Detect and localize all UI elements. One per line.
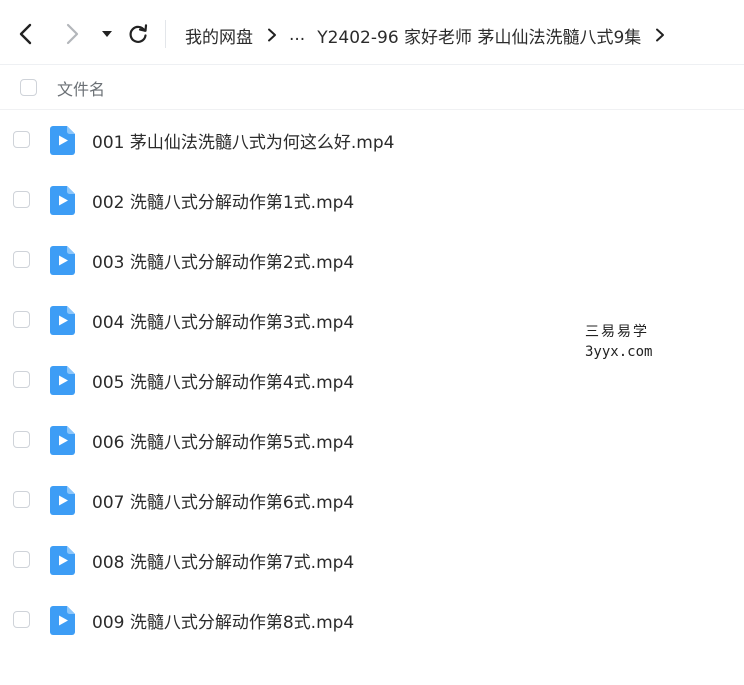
file-name[interactable]: 003 洗髓八式分解动作第2式.mp4: [92, 248, 354, 273]
video-file-icon: [50, 486, 75, 515]
file-name[interactable]: 008 洗髓八式分解动作第7式.mp4: [92, 548, 354, 573]
video-file-icon: [50, 126, 75, 155]
file-checkbox[interactable]: [13, 491, 30, 508]
top-toolbar: 我的网盘 ... Y2402-96 家好老师 茅山仙法洗髓八式9集: [0, 0, 744, 65]
refresh-icon: [129, 24, 148, 43]
list-header: 文件名: [0, 65, 744, 110]
file-row[interactable]: 006 洗髓八式分解动作第5式.mp4: [0, 410, 744, 470]
watermark-line1: 三易易学: [585, 324, 649, 340]
file-name[interactable]: 004 洗髓八式分解动作第3式.mp4: [92, 308, 354, 333]
breadcrumb-separator-icon: [267, 28, 277, 42]
file-checkbox[interactable]: [13, 431, 30, 448]
breadcrumb: 我的网盘 ... Y2402-96 家好老师 茅山仙法洗髓八式9集: [185, 22, 677, 48]
watermark: 三易易学 3yyx.com: [585, 322, 652, 362]
chevron-right-icon: [66, 23, 79, 45]
video-file-icon: [50, 606, 75, 635]
file-checkbox[interactable]: [13, 371, 30, 388]
file-checkbox[interactable]: [13, 191, 30, 208]
refresh-button[interactable]: [124, 20, 152, 48]
back-button[interactable]: [12, 20, 40, 48]
file-checkbox[interactable]: [13, 251, 30, 268]
breadcrumb-root[interactable]: 我的网盘: [185, 23, 253, 48]
toolbar-divider: [165, 20, 166, 48]
history-dropdown-button[interactable]: [93, 20, 121, 48]
breadcrumb-ellipsis[interactable]: ...: [289, 25, 305, 45]
breadcrumb-current[interactable]: Y2402-96 家好老师 茅山仙法洗髓八式9集: [317, 23, 641, 48]
video-file-icon: [50, 366, 75, 395]
caret-down-icon: [102, 31, 112, 37]
file-name[interactable]: 006 洗髓八式分解动作第5式.mp4: [92, 428, 354, 453]
chevron-left-icon: [19, 23, 32, 45]
file-name[interactable]: 002 洗髓八式分解动作第1式.mp4: [92, 188, 354, 213]
file-row[interactable]: 008 洗髓八式分解动作第7式.mp4: [0, 530, 744, 590]
file-row[interactable]: 001 茅山仙法洗髓八式为何这么好.mp4: [0, 110, 744, 170]
file-checkbox[interactable]: [13, 611, 30, 628]
file-checkbox[interactable]: [13, 311, 30, 328]
forward-button[interactable]: [58, 20, 86, 48]
watermark-line2: 3yyx.com: [585, 344, 653, 360]
video-file-icon: [50, 246, 75, 275]
video-file-icon: [50, 186, 75, 215]
file-row[interactable]: 003 洗髓八式分解动作第2式.mp4: [0, 230, 744, 290]
file-row[interactable]: 009 洗髓八式分解动作第8式.mp4: [0, 590, 744, 650]
file-name[interactable]: 005 洗髓八式分解动作第4式.mp4: [92, 368, 354, 393]
file-name[interactable]: 009 洗髓八式分解动作第8式.mp4: [92, 608, 354, 633]
file-checkbox[interactable]: [13, 551, 30, 568]
breadcrumb-expand-icon[interactable]: [655, 28, 665, 42]
select-all-checkbox[interactable]: [20, 79, 37, 96]
video-file-icon: [50, 546, 75, 575]
file-row[interactable]: 007 洗髓八式分解动作第6式.mp4: [0, 470, 744, 530]
video-file-icon: [50, 426, 75, 455]
video-file-icon: [50, 306, 75, 335]
file-row[interactable]: 002 洗髓八式分解动作第1式.mp4: [0, 170, 744, 230]
column-header-filename[interactable]: 文件名: [57, 76, 105, 100]
file-name[interactable]: 007 洗髓八式分解动作第6式.mp4: [92, 488, 354, 513]
file-checkbox[interactable]: [13, 131, 30, 148]
file-name[interactable]: 001 茅山仙法洗髓八式为何这么好.mp4: [92, 128, 394, 153]
